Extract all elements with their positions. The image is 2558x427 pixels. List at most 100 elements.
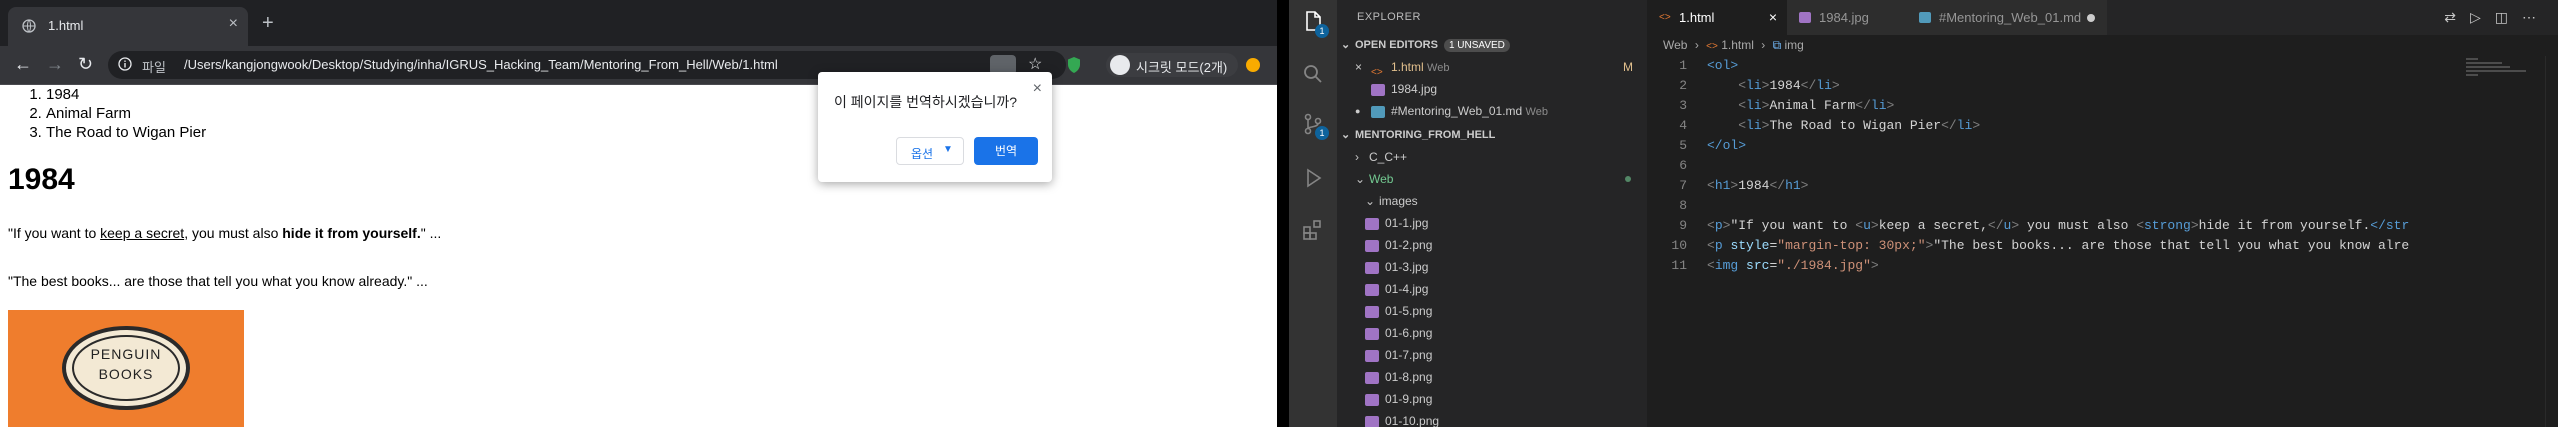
file-name: 01-10.png [1385,414,1440,427]
unsaved-badge: 1 UNSAVED [1443,39,1510,52]
source-control-icon[interactable]: 1 [1301,112,1329,140]
translate-popup: 이 페이지를 번역하시겠습니까? × 옵션 ▼ 번역 [818,72,1052,182]
extensions-icon[interactable] [1301,218,1325,242]
tab-label: 1984.jpg [1819,10,1869,25]
logo-text-line2: BOOKS [98,366,154,382]
logo-text-line1: PENGUIN [90,346,162,362]
browser-tab[interactable]: 1.html × [8,7,248,46]
translate-button[interactable]: 번역 [974,137,1038,165]
image-file-icon [1365,305,1379,318]
back-button[interactable]: ← [14,54,32,74]
close-tab-icon[interactable]: × [229,15,238,33]
workspace-section[interactable]: ⌄ MENTORING_FROM_HELL [1337,124,1647,146]
file-item[interactable]: 01-1.jpg [1337,212,1647,234]
breadcrumb[interactable]: Web › <> 1.html › ⧉ img [1663,38,1804,53]
file-name: 01-5.png [1385,304,1433,318]
incognito-icon [1110,55,1130,75]
line-number: 3 [1679,98,1687,113]
file-item[interactable]: 01-4.jpg [1337,278,1647,300]
file-item[interactable]: 01-2.png [1337,234,1647,256]
workspace-label: MENTORING_FROM_HELL [1355,129,1496,141]
bookmark-star-icon[interactable]: ☆ [1028,54,1042,74]
folder-item[interactable]: ⌄ Web [1337,168,1647,190]
shield-extension-icon[interactable] [1066,56,1082,74]
open-editor-item[interactable]: × <> 1.html Web M [1337,56,1647,78]
file-item[interactable]: 01-6.png [1337,322,1647,344]
image-file-icon [1365,217,1379,230]
incognito-label: 시크릿 모드(2개) [1136,60,1228,75]
line-number: 2 [1679,78,1687,93]
code-line: <li>Animal Farm</li> [1738,98,1895,113]
line-number: 6 [1679,158,1687,173]
tab-label: #Mentoring_Web_01.md [1939,10,2082,25]
tab-1-html[interactable]: <> 1.html × [1647,0,1788,35]
reload-button[interactable]: ↻ [78,54,93,74]
tab-1984-jpg[interactable]: 1984.jpg [1787,0,1908,35]
file-name: 01-9.png [1385,392,1433,406]
folder-item[interactable]: ⌄ images [1337,190,1647,212]
image-file-icon [1365,261,1379,274]
files-icon[interactable]: 1 [1301,10,1329,38]
line-number: 8 [1679,198,1687,213]
chevron-right-icon: › [1694,38,1699,52]
close-popup-icon[interactable]: × [1033,80,1042,98]
run-debug-icon[interactable] [1301,166,1325,190]
incognito-badge[interactable]: 시크릿 모드(2개) [1106,53,1238,77]
modified-status: M [1623,60,1633,74]
file-name: 1984.jpg [1391,82,1438,96]
html-file-icon: <> [1706,41,1718,52]
symbol-icon: ⧉ [1772,38,1782,52]
code-line: </ol> [1707,138,1747,153]
tab-mentoring-md[interactable]: #Mentoring_Web_01.md [1907,0,2108,35]
list-item: Animal Farm [46,104,206,123]
file-item[interactable]: 01-7.png [1337,344,1647,366]
folder-item[interactable]: › C_C++ [1337,146,1647,168]
forward-button[interactable]: → [46,54,64,74]
file-folder: Web [1427,62,1450,74]
open-editor-item[interactable]: 1984.jpg [1337,78,1647,100]
file-item[interactable]: 01-10.png [1337,410,1647,427]
breadcrumb-folder[interactable]: Web [1663,38,1687,52]
html-file-icon: <> [1371,66,1383,78]
tab-strip: 1.html × + [0,0,1277,46]
browser-window: 1.html × + ← → ↻ 파일 /Users/kangjongwook/… [0,0,1277,427]
open-editors-section[interactable]: ⌄ OPEN EDITORS 1 UNSAVED [1337,34,1647,56]
files-badge: 1 [1315,24,1329,38]
quote-text: " ... [420,225,442,241]
line-number: 1 [1679,58,1687,73]
minimap[interactable] [2466,58,2546,98]
unsaved-dot-icon [2087,14,2095,22]
url-text[interactable]: /Users/kangjongwook/Desktop/Studying/inh… [184,57,778,72]
file-item[interactable]: 01-9.png [1337,388,1647,410]
bold-text: hide it from yourself. [282,225,421,241]
file-item[interactable]: 01-8.png [1337,366,1647,388]
list-item: 1984 [46,85,206,104]
browser-toolbar: ← → ↻ 파일 /Users/kangjongwook/Desktop/Stu… [0,46,1277,85]
close-tab-icon[interactable]: × [1769,0,1777,35]
file-name: 01-8.png [1385,370,1433,384]
profile-icon[interactable] [1246,58,1260,72]
search-icon[interactable] [1301,62,1325,86]
image-file-icon [1371,83,1385,96]
chevron-down-icon: ⌄ [1365,194,1376,208]
editor-actions[interactable]: ⇄▷◫⋯ [2444,9,2550,26]
file-name: 1.html [1391,60,1424,74]
vertical-scrollbar[interactable] [2545,56,2558,427]
book-cover-image: PENGUIN BOOKS [8,310,244,427]
folder-name: images [1379,194,1418,208]
info-icon[interactable] [118,57,132,71]
options-button[interactable]: 옵션 ▼ [896,137,964,165]
close-editor-icon[interactable]: × [1355,56,1362,78]
breadcrumb-symbol[interactable]: img [1784,38,1803,52]
line-number: 7 [1679,178,1687,193]
open-editor-item[interactable]: ● #Mentoring_Web_01.md Web [1337,100,1647,122]
file-item[interactable]: 01-3.jpg [1337,256,1647,278]
folder-name: Web [1369,172,1394,186]
page-content: 1984 Animal Farm The Road to Wigan Pier … [0,85,1277,427]
file-name: #Mentoring_Web_01.md [1391,104,1523,118]
breadcrumb-file[interactable]: 1.html [1721,38,1754,52]
code-line: <li>The Road to Wigan Pier</li> [1738,118,1981,133]
html-file-icon: <> [1659,12,1671,23]
new-tab-button[interactable]: + [262,12,274,35]
file-item[interactable]: 01-5.png [1337,300,1647,322]
